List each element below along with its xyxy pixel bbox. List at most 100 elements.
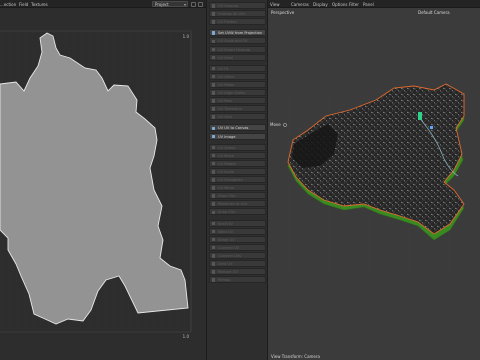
- tool-item[interactable]: UV Rotate: [209, 159, 266, 167]
- tool-label: Break UV: [218, 237, 235, 242]
- tool-item[interactable]: Align UVs: [209, 192, 266, 200]
- tool-label: Connect UV: [218, 245, 240, 250]
- project-dropdown[interactable]: Project ▾: [152, 1, 188, 7]
- tool-icon: [211, 74, 215, 79]
- tool-label: UV Align Shells: [218, 91, 246, 95]
- tool-item[interactable]: Set UVW from Projection: [209, 29, 266, 37]
- tool-label: Set UVW from Projection: [218, 31, 263, 36]
- tool-item[interactable]: UV Scale: [209, 167, 266, 175]
- tool-icon: [211, 245, 215, 250]
- menu-filter[interactable]: Filter: [349, 2, 359, 7]
- tool-label: Restore UV: [218, 270, 238, 275]
- tool-icon: [211, 221, 215, 226]
- tool-label: UV Flatten: [218, 20, 237, 25]
- tool-item[interactable]: UV Mirror: [209, 184, 266, 192]
- settings-icon[interactable]: [198, 1, 203, 7]
- uv-bottom-right-label: 1.0: [183, 334, 190, 339]
- tool-label: UV Unwrap: [218, 4, 239, 8]
- tool-item[interactable]: UV Stitch: [209, 72, 266, 80]
- menu-selection[interactable]: ...ection: [0, 2, 16, 7]
- tool-label: UV Scale: [218, 169, 234, 174]
- menu-view[interactable]: View: [270, 2, 280, 7]
- tool-label: UV Relax: [218, 82, 235, 87]
- tool-label: Shell UV: [218, 221, 233, 226]
- tool-item[interactable]: Remap: [209, 276, 266, 284]
- status-label: View Transform: Camera: [271, 354, 320, 359]
- tool-item[interactable]: Break UV: [209, 235, 266, 243]
- viewport-canvas[interactable]: Move: [268, 8, 480, 360]
- tool-item[interactable]: UV Flatten: [209, 18, 266, 26]
- tool-item[interactable]: UV Scale and Fit: [209, 37, 266, 45]
- menu-cameras[interactable]: Cameras: [291, 2, 309, 7]
- tool-item[interactable]: UV Move: [209, 151, 266, 159]
- tool-label: Unwrap All UVs: [218, 12, 246, 17]
- tool-icon: [211, 170, 215, 174]
- menu-field[interactable]: Field: [19, 2, 28, 7]
- tool-label: UV UV to Canvas: [218, 126, 249, 131]
- tool-item[interactable]: Weld UV: [209, 227, 266, 235]
- tool-label: UV Rotate: [218, 161, 236, 166]
- tool-label: Snap UVs: [218, 210, 236, 215]
- tool-item[interactable]: UV Smart Unwrap: [209, 45, 266, 53]
- tool-icon: [211, 115, 215, 119]
- gizmo-handle[interactable]: [430, 126, 433, 129]
- menu-textures[interactable]: Textures: [31, 2, 48, 7]
- uv-editor-canvas[interactable]: 1.0 1.0: [0, 8, 206, 360]
- tool-label: UV Grid: [218, 115, 232, 120]
- tool-item[interactable]: UV Straighten: [209, 176, 266, 183]
- tool-item[interactable]: UV UV to Canvas: [209, 124, 266, 132]
- tool-item[interactable]: UV Transform: [209, 105, 266, 113]
- uv-editor-menubar: ...ection Field Textures Project ▾: [0, 0, 206, 8]
- tool-label: Zero UV: [218, 262, 233, 266]
- tool-icon: [211, 278, 215, 282]
- tool-icon: [211, 55, 215, 60]
- tool-item[interactable]: UV Grid: [209, 113, 266, 121]
- chevron-down-icon: ▾: [183, 2, 186, 7]
- tool-item[interactable]: Zero UV: [209, 260, 266, 267]
- grid-toggle-icon[interactable]: [191, 1, 196, 7]
- camera-label[interactable]: Default Camera: [418, 10, 450, 15]
- tool-label: UV Straighten: [218, 178, 244, 182]
- move-tool-label: Move: [270, 122, 281, 127]
- tool-icon: [211, 47, 215, 52]
- menu-panel[interactable]: Panel: [363, 2, 374, 7]
- uv-tools-panel: UV Unwrap Unwrap All UVs UV Flatten Set UVW…: [206, 0, 268, 360]
- tool-label: UV Select: [218, 145, 236, 150]
- tool-label: UV Shell: [218, 55, 233, 60]
- tool-item[interactable]: UV Unwrap: [209, 2, 266, 9]
- tool-item[interactable]: UV Fit: [209, 64, 266, 72]
- tool-icon: [211, 202, 215, 206]
- tool-item[interactable]: UV Relax: [209, 80, 266, 88]
- tool-label: UV Scale and Fit: [218, 39, 248, 44]
- tool-item[interactable]: Rasterize to UVs: [209, 200, 266, 208]
- tool-label: Remap: [218, 278, 231, 283]
- tool-item[interactable]: Shell UV: [209, 219, 266, 227]
- tool-label: Rasterize to UVs: [218, 202, 248, 207]
- tool-icon: [211, 99, 215, 103]
- tool-item[interactable]: Snap UVs: [209, 208, 266, 216]
- tool-item[interactable]: Unwrap All UVs: [209, 10, 266, 18]
- tool-label: UV Stitch: [218, 74, 235, 79]
- tool-icon: [211, 153, 215, 158]
- tool-icon: [211, 12, 215, 16]
- tool-icon: [211, 126, 215, 131]
- tool-item[interactable]: UV Shell: [209, 53, 266, 61]
- tool-icon: [211, 145, 215, 150]
- tool-icon: [211, 270, 215, 274]
- tool-item[interactable]: Restore UV: [209, 268, 266, 276]
- tool-icon: [211, 66, 215, 71]
- menu-display[interactable]: Display: [313, 2, 328, 7]
- tool-item[interactable]: Connect UVs: [209, 251, 266, 259]
- tool-label: UV Move: [218, 153, 234, 158]
- tool-icon: [211, 91, 215, 95]
- tool-icon: [211, 161, 215, 166]
- viewport-menubar: View Cameras Display Options Filter Pane…: [268, 0, 480, 8]
- tool-item[interactable]: UV Select: [209, 143, 266, 151]
- view-perspective-label[interactable]: Perspective: [271, 10, 294, 15]
- tool-item[interactable]: Connect UV: [209, 243, 266, 251]
- menu-options[interactable]: Options: [332, 2, 347, 7]
- tool-icon: [211, 186, 215, 190]
- tool-item[interactable]: UV Pack: [209, 97, 266, 105]
- tool-item[interactable]: UV Align Shells: [209, 89, 266, 96]
- tool-item[interactable]: UV Image: [209, 132, 266, 140]
